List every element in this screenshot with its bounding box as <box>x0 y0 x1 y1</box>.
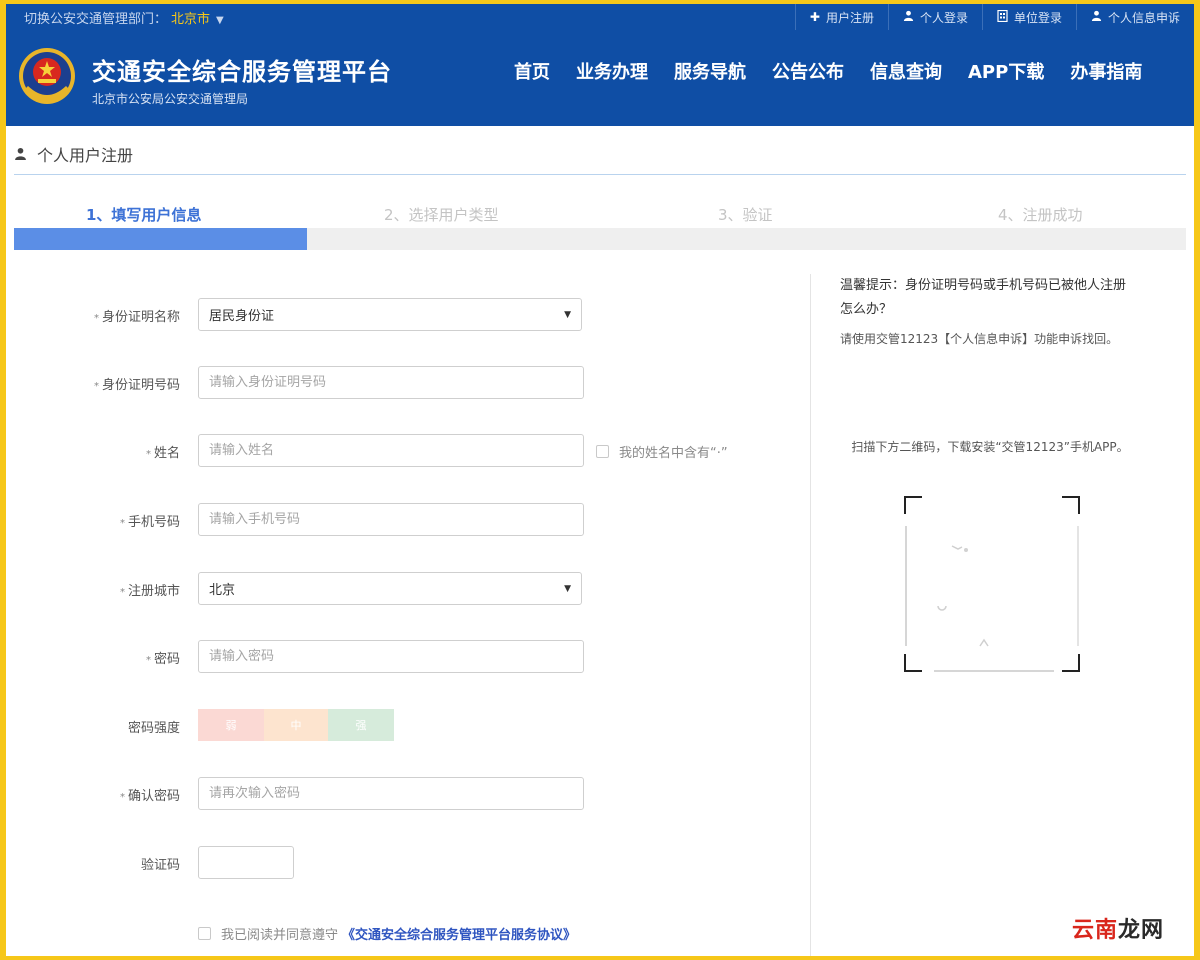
qr-instruction: 扫描下方二维码，下载安装“交管12123”手机APP。 <box>851 440 1129 454</box>
row-confirm: * 确认密码 <box>14 777 804 811</box>
row-city: * 注册城市 北京 ▼ <box>14 572 804 606</box>
caret-down-icon: ▼ <box>216 15 224 26</box>
title-divider <box>14 174 1186 175</box>
phone-input[interactable] <box>198 503 584 536</box>
id-type-select[interactable]: 居民身份证 ▼ <box>198 298 582 331</box>
user-icon <box>14 145 27 164</box>
name-dot-checkbox-label: 我的姓名中含有“·” <box>619 446 728 461</box>
id-number-input[interactable] <box>198 366 584 399</box>
row-password: * 密码 <box>14 640 804 674</box>
vertical-divider <box>810 274 811 956</box>
steps-progress-fill <box>14 228 307 250</box>
row-id-number: * 身份证明号码 <box>14 366 804 400</box>
site-header: 交通安全综合服务管理平台 北京市公安局公安交通管理局 首页 业务办理 服务导航 … <box>6 30 1194 126</box>
side-panel: 温馨提示：身份证明号码或手机号码已被他人注册怎么办？ 请使用交管12123【个人… <box>840 274 1140 672</box>
confirm-password-input[interactable] <box>198 777 584 810</box>
main-nav: 首页 业务办理 服务导航 公告公布 信息查询 APP下载 办事指南 <box>514 58 1142 84</box>
page-frame: 切换公安交通管理部门： 北京市 ▼ ✚ 用户注册 个人登录 单位登录 个人信息申… <box>6 4 1194 956</box>
nav-guide[interactable]: 办事指南 <box>1070 58 1142 84</box>
password-strength-meter: 弱 中 强 <box>198 709 394 741</box>
site-subtitle: 北京市公安局公安交通管理局 <box>92 92 249 106</box>
top-links: ✚ 用户注册 个人登录 单位登录 个人信息申诉 <box>794 4 1194 30</box>
agree-text: 我已阅读并同意遵守 <box>221 928 339 943</box>
register-link[interactable]: ✚ 用户注册 <box>794 4 888 30</box>
nav-home[interactable]: 首页 <box>514 58 550 84</box>
register-link-label: 用户注册 <box>825 10 874 25</box>
user-search-icon <box>1091 10 1102 24</box>
city-switch[interactable]: 切换公安交通管理部门： 北京市 ▼ <box>24 8 224 27</box>
registration-steps: 1、填写用户信息 2、选择用户类型 3、验证 4、注册成功 <box>14 204 1186 224</box>
personal-login-link[interactable]: 个人登录 <box>887 4 982 30</box>
id-number-label: * 身份证明号码 <box>93 378 180 393</box>
service-agreement-link[interactable]: 《交通安全综合服务管理平台服务协议》 <box>342 924 576 943</box>
building-icon <box>997 9 1008 25</box>
row-strength: 密码强度 弱 中 强 <box>14 709 804 743</box>
site-watermark: 云南龙网 <box>1072 912 1164 944</box>
nav-announcements[interactable]: 公告公布 <box>772 58 844 84</box>
id-type-label: * 身份证明名称 <box>93 310 180 325</box>
name-dot-option[interactable]: 我的姓名中含有“·” <box>596 442 728 461</box>
captcha-input[interactable] <box>198 846 294 879</box>
phone-label: * 手机号码 <box>119 515 180 530</box>
registration-form: *身份证明名称 居民身份证 ▼ *身份证明号码 *姓名 我的姓名中含有“·” *… <box>14 274 804 956</box>
row-name: *姓名 我的姓名中含有“·” <box>14 434 804 468</box>
strength-medium: 中 <box>264 709 328 741</box>
site-title: 交通安全综合服务管理平台 <box>92 58 392 86</box>
select-arrow-icon: ▼ <box>564 309 571 320</box>
id-type-value: 居民身份证 <box>209 309 275 324</box>
top-utility-bar: 切换公安交通管理部门： 北京市 ▼ ✚ 用户注册 个人登录 单位登录 个人信息申… <box>6 4 1194 30</box>
user-icon <box>903 10 914 24</box>
unit-login-link[interactable]: 单位登录 <box>981 4 1076 30</box>
city-select[interactable]: 北京 ▼ <box>198 572 582 605</box>
password-input[interactable] <box>198 640 584 673</box>
unit-login-label: 单位登录 <box>1013 10 1062 25</box>
row-id-type: * 身份证明名称 居民身份证 ▼ <box>14 298 804 332</box>
step-success: 4、注册成功 <box>998 206 1083 224</box>
strength-weak: 弱 <box>198 709 264 741</box>
city-value: 北京 <box>209 583 236 598</box>
agree-checkbox[interactable] <box>198 927 211 940</box>
confirm-label: * 确认密码 <box>119 789 180 804</box>
select-arrow-icon: ▼ <box>564 583 571 594</box>
app-qr-code <box>904 496 1080 672</box>
city-label: * 注册城市 <box>119 584 180 599</box>
row-phone: * 手机号码 <box>14 503 804 537</box>
watermark-black-text: 龙网 <box>1117 918 1164 943</box>
name-input[interactable] <box>198 434 584 467</box>
step-fill-info: 1、填写用户信息 <box>86 206 202 224</box>
page-title-text: 个人用户注册 <box>37 146 134 165</box>
nav-business[interactable]: 业务办理 <box>576 58 648 84</box>
watermark-red-text: 云南 <box>1071 918 1118 943</box>
captcha-label: 验证码 <box>140 858 180 873</box>
personal-login-label: 个人登录 <box>919 10 968 25</box>
step-verify: 3、验证 <box>718 206 773 224</box>
agreement: 我已阅读并同意遵守 《交通安全综合服务管理平台服务协议》 <box>198 924 576 943</box>
steps-progress-track <box>14 228 1186 250</box>
city-switch-label: 切换公安交通管理部门： <box>24 12 168 27</box>
appeal-link-label: 个人信息申诉 <box>1107 10 1180 25</box>
appeal-link[interactable]: 个人信息申诉 <box>1075 4 1194 30</box>
nav-service-guide[interactable]: 服务导航 <box>674 58 746 84</box>
tip-title: 温馨提示：身份证明号码或手机号码已被他人注册怎么办？ <box>840 278 1127 317</box>
password-label: * 密码 <box>145 652 180 667</box>
strength-label: 密码强度 <box>127 721 180 736</box>
current-city[interactable]: 北京市 <box>171 12 210 27</box>
name-dot-checkbox[interactable] <box>596 445 609 458</box>
tip-body: 请使用交管12123【个人信息申诉】功能申诉找回。 <box>840 332 1119 346</box>
row-captcha: 验证码 <box>14 846 804 880</box>
step-select-type: 2、选择用户类型 <box>384 206 499 224</box>
police-emblem-logo[interactable] <box>16 46 78 110</box>
page-title: 个人用户注册 <box>14 142 133 166</box>
nav-app-download[interactable]: APP下载 <box>968 58 1044 84</box>
name-label: * 姓名 <box>145 446 180 461</box>
strength-strong: 强 <box>328 709 394 741</box>
nav-info-query[interactable]: 信息查询 <box>870 58 942 84</box>
plus-icon: ✚ <box>809 10 820 24</box>
